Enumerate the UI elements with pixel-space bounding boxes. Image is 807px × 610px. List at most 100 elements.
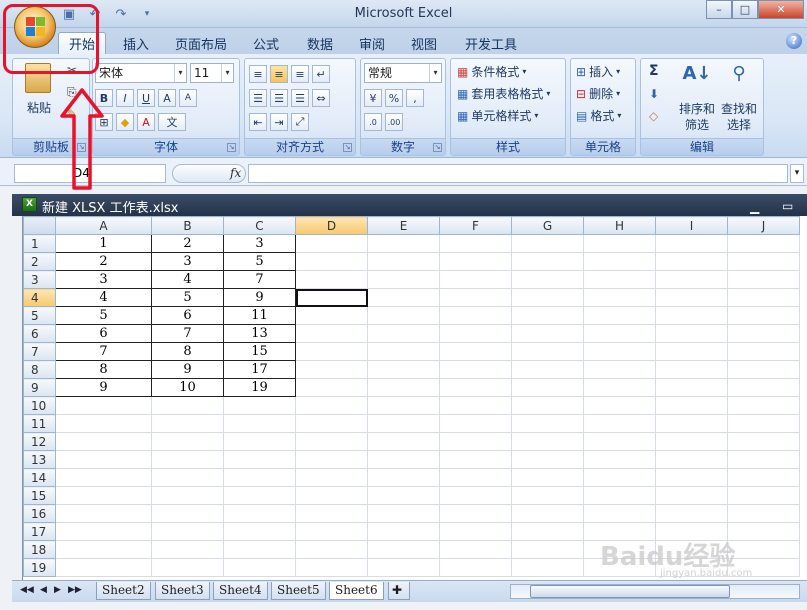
cell-f15[interactable] [439,486,512,505]
cell-b18[interactable] [151,540,224,559]
cell-h14[interactable] [583,468,656,487]
cell-g10[interactable] [511,396,584,415]
cell-g7[interactable] [511,342,584,361]
cell-b5[interactable]: 6 [151,306,224,325]
cell-j17[interactable] [727,522,800,541]
fill-color-icon[interactable]: ◆ [116,113,134,131]
sort-filter-button[interactable]: 排序和 筛选 [677,101,717,133]
cell-f6[interactable] [439,324,512,343]
cell-d3[interactable] [295,270,368,289]
row-header[interactable]: 7 [23,342,56,361]
office-button[interactable] [14,6,56,48]
cell-b11[interactable] [151,414,224,433]
cell-h15[interactable] [583,486,656,505]
cell-j8[interactable] [727,360,800,379]
row-header[interactable]: 4 [23,288,56,307]
cell-f4[interactable] [439,288,512,307]
tab-page-layout[interactable]: 页面布局 [168,32,234,54]
cell-f1[interactable] [439,234,512,253]
tab-view[interactable]: 视图 [402,32,446,54]
cell-j14[interactable] [727,468,800,487]
select-all-corner[interactable] [23,216,56,235]
cell-b3[interactable]: 4 [151,270,224,289]
cell-e13[interactable] [367,450,440,469]
sheet-tab-sheet6[interactable]: Sheet6 [329,582,384,600]
cell-f16[interactable] [439,504,512,523]
cell-d2[interactable] [295,252,368,271]
cell-g6[interactable] [511,324,584,343]
cell-a18[interactable] [55,540,152,559]
cell-h11[interactable] [583,414,656,433]
cell-b2[interactable]: 3 [151,252,224,271]
cell-e12[interactable] [367,432,440,451]
cell-f12[interactable] [439,432,512,451]
cell-a5[interactable]: 5 [55,306,152,325]
insert-function-button[interactable]: fx [230,166,241,180]
cell-i10[interactable] [655,396,728,415]
cell-g18[interactable] [511,540,584,559]
insert-cells-button[interactable]: ⊞ 插入 ▾ [576,63,620,80]
cell-d1[interactable] [295,234,368,253]
cell-table[interactable]: A B C D E F G H I J 1 1 2 3 2 2 3 5 3 3 4 7 4 4 5 9 5 5 6 11 6 6 7 13 7 7 8 1… [23,216,800,577]
cell-c9[interactable]: 19 [223,378,296,397]
column-header[interactable]: B [151,216,224,235]
cell-b17[interactable] [151,522,224,541]
cell-b19[interactable] [151,558,224,577]
maximize-button[interactable]: □ [732,0,758,19]
number-launcher-icon[interactable]: ↘ [433,143,442,152]
find-select-button[interactable]: 查找和 选择 [719,101,759,133]
tab-review[interactable]: 审阅 [350,32,394,54]
cell-a15[interactable] [55,486,152,505]
cell-a4[interactable]: 4 [55,288,152,307]
tab-developer[interactable]: 开发工具 [458,32,524,54]
cell-i3[interactable] [655,270,728,289]
cell-i1[interactable] [655,234,728,253]
sheet-tab-sheet5[interactable]: Sheet5 [271,582,326,600]
cell-g4[interactable] [511,288,584,307]
cell-i6[interactable] [655,324,728,343]
cell-h2[interactable] [583,252,656,271]
cell-j2[interactable] [727,252,800,271]
font-launcher-icon[interactable]: ↘ [227,143,236,152]
cell-c19[interactable] [223,558,296,577]
cell-a1[interactable]: 1 [55,234,152,253]
prev-sheet-icon[interactable]: ◀ [40,585,47,595]
clear-icon[interactable]: ◇ [649,109,658,123]
cell-h12[interactable] [583,432,656,451]
cell-c3[interactable]: 7 [223,270,296,289]
cell-e9[interactable] [367,378,440,397]
cell-d19[interactable] [295,558,368,577]
cell-styles-button[interactable]: ▦ 单元格样式 ▾ [457,107,538,124]
format-as-table-button[interactable]: ▦ 套用表格格式 ▾ [457,85,550,102]
scrollbar-thumb[interactable] [530,585,730,598]
cell-i14[interactable] [655,468,728,487]
cell-c10[interactable] [223,396,296,415]
cell-h4[interactable] [583,288,656,307]
cell-f3[interactable] [439,270,512,289]
sheet-tab-sheet2[interactable]: Sheet2 [96,582,151,600]
cell-c7[interactable]: 15 [223,342,296,361]
cell-d4[interactable] [295,288,368,307]
cell-h6[interactable] [583,324,656,343]
wrap-text-icon[interactable]: ↵ [312,65,330,83]
align-right-icon[interactable]: ☰ [291,89,309,107]
column-header[interactable]: E [367,216,440,235]
cell-f5[interactable] [439,306,512,325]
row-header[interactable]: 10 [23,396,56,415]
cell-e14[interactable] [367,468,440,487]
cell-g11[interactable] [511,414,584,433]
cell-g15[interactable] [511,486,584,505]
cell-a16[interactable] [55,504,152,523]
cell-d9[interactable] [295,378,368,397]
cell-d11[interactable] [295,414,368,433]
align-top-icon[interactable]: ≡ [249,65,267,83]
cell-f14[interactable] [439,468,512,487]
spreadsheet-grid[interactable]: A B C D E F G H I J 1 1 2 3 2 2 3 5 3 3 4 7 4 4 5 9 5 5 6 11 6 6 7 13 7 7 8 1… [22,216,807,580]
cell-c5[interactable]: 11 [223,306,296,325]
cell-j3[interactable] [727,270,800,289]
percent-icon[interactable]: % [385,89,403,107]
cell-b13[interactable] [151,450,224,469]
phonetic-icon[interactable]: 文 [158,113,186,131]
cell-j6[interactable] [727,324,800,343]
comma-icon[interactable]: , [406,89,424,107]
